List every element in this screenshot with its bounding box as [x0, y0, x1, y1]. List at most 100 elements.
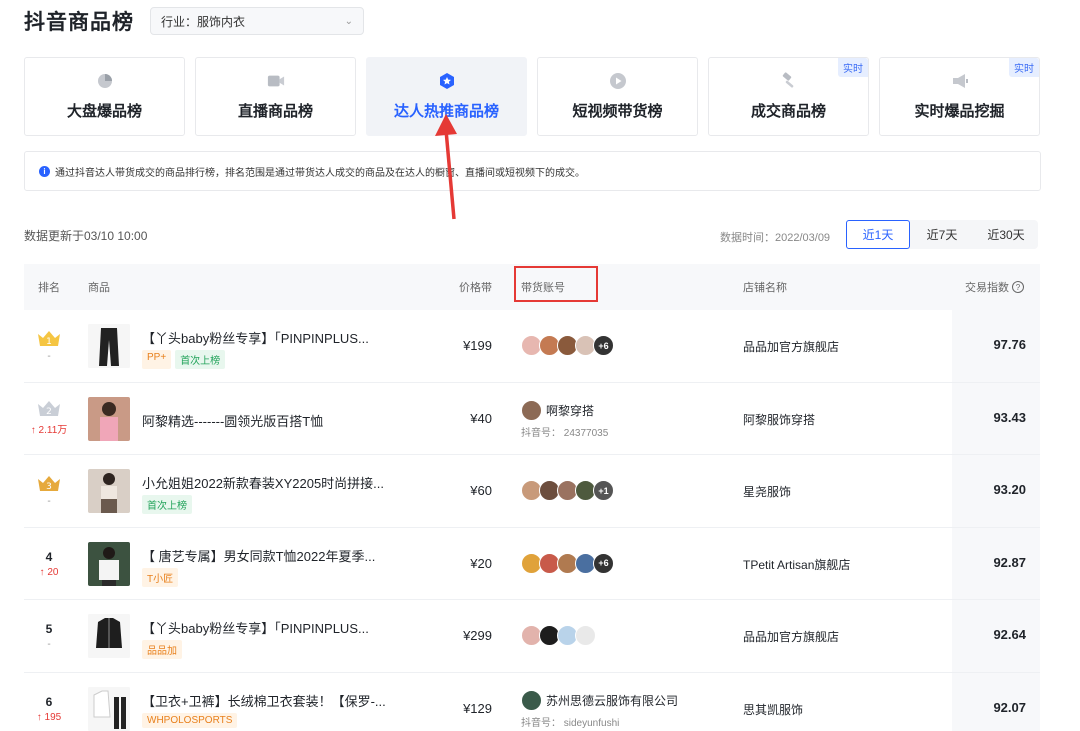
price: ¥199: [463, 338, 492, 353]
rank-cell: 4 ↑ 20: [39, 549, 59, 578]
pie-chart-icon: [96, 72, 114, 90]
trade-index: 97.76: [993, 337, 1026, 352]
product-tag: WHPOLOSPORTS: [142, 712, 238, 728]
update-time: 数据更新于03/10 10:00: [24, 229, 148, 243]
range-1-day[interactable]: 近1天: [846, 220, 910, 249]
industry-select[interactable]: 行业：服饰内衣 ⌄: [150, 7, 364, 35]
data-time: 数据时间：2022/03/09: [720, 232, 831, 244]
trade-index: 92.07: [993, 699, 1026, 715]
shop-name[interactable]: 品品加官方旗舰店: [743, 628, 839, 645]
rank-cell: 5 -: [45, 622, 53, 651]
video-camera-icon: [267, 72, 285, 90]
product-name[interactable]: 【丫头baby粉丝专享】「PINPINPLUS...: [142, 618, 369, 637]
avatar[interactable]: [521, 689, 542, 711]
table-row[interactable]: 2 ↑ 2.11万 阿黎精选-------圆领光版百搭T恤 ¥40 啊黎穿搭 抖…: [24, 382, 1040, 456]
first-listed-tag: 首次上榜: [142, 495, 192, 515]
annotation-arrow: [435, 114, 457, 220]
account-id: 抖音号： sideyunfushi: [521, 717, 620, 729]
annotation-highlight-box: [514, 266, 598, 302]
rank-number: 4: [45, 549, 53, 564]
gavel-icon: [780, 72, 798, 90]
ranking-tabs: 大盘爆品榜 直播商品榜 达人热推商品榜 短视频带货榜 实时 成交商品榜 实时 实…: [24, 57, 1040, 136]
silver-crown-icon: 2: [36, 400, 62, 418]
tab-short-video[interactable]: 短视频带货榜: [537, 57, 698, 136]
range-7-days[interactable]: 近7天: [910, 220, 974, 249]
shop-name[interactable]: 思其凯服饰: [743, 701, 803, 718]
trade-index: 93.43: [993, 409, 1026, 425]
account-info[interactable]: 啊黎穿搭 抖音号： 24377035: [521, 399, 609, 439]
realtime-tag: 实时: [838, 58, 868, 77]
account-id: 抖音号： 24377035: [521, 427, 609, 439]
notice-text: 通过抖音达人带货成交的商品排行榜，排名范围是通过带货达人成交的商品及在达人的橱窗…: [55, 167, 585, 179]
header-shop: 店铺名称: [743, 282, 787, 294]
account-avatars[interactable]: [521, 625, 596, 647]
account-avatars[interactable]: +6: [521, 552, 614, 574]
time-range-switch: 近1天 近7天 近30天: [846, 220, 1038, 249]
more-accounts-badge[interactable]: +6: [593, 552, 614, 574]
account-name[interactable]: 啊黎穿搭: [546, 402, 594, 419]
product-ranking-table: 排名 商品 价格带 带货账号 店铺名称 交易指数 ? 1 - 【丫头baby粉丝…: [24, 264, 1040, 731]
product-thumbnail[interactable]: [88, 324, 130, 368]
tab-deals[interactable]: 实时 成交商品榜: [708, 57, 869, 136]
shop-name[interactable]: 阿黎服饰穿搭: [743, 411, 815, 428]
price: ¥40: [470, 410, 492, 426]
product-name[interactable]: 小允姐姐2022新款春装XY2205时尚拼接...: [142, 473, 384, 492]
product-name[interactable]: 【 唐艺专属】男女同款T恤2022年夏季...: [142, 546, 375, 565]
product-name[interactable]: 【卫衣+卫裤】长绒棉卫衣套装！【保罗-...: [142, 691, 386, 710]
account-name[interactable]: 苏州思德云服饰有限公司: [546, 692, 678, 709]
account-info[interactable]: 苏州思德云服饰有限公司 抖音号： sideyunfushi: [521, 689, 678, 729]
table-row[interactable]: 1 - 【丫头baby粉丝专享】「PINPINPLUS... PP+ 首次上榜 …: [24, 310, 1040, 383]
table-row[interactable]: 5 - 【丫头baby粉丝专享】「PINPINPLUS... 品品加 ¥299 …: [24, 600, 1040, 673]
rank-cell: 1 -: [34, 310, 64, 382]
chevron-down-icon: ⌄: [344, 15, 353, 27]
account-avatars[interactable]: +6: [521, 335, 614, 356]
tab-market-hot[interactable]: 大盘爆品榜: [24, 57, 185, 136]
bronze-crown-icon: 3: [36, 475, 62, 493]
info-icon: i: [39, 165, 50, 177]
price: ¥299: [463, 628, 492, 644]
gold-crown-icon: 1: [36, 330, 62, 348]
product-name[interactable]: 阿黎精选-------圆领光版百搭T恤: [142, 411, 323, 430]
avatar[interactable]: [521, 399, 542, 421]
trade-index: 92.87: [993, 554, 1026, 570]
price: ¥20: [470, 555, 492, 571]
rank-number: 5: [45, 622, 53, 637]
megaphone-icon: [951, 72, 969, 90]
rank-cell: 3 -: [34, 455, 64, 527]
shop-name[interactable]: 品品加官方旗舰店: [743, 338, 839, 355]
header-rank: 排名: [38, 282, 60, 294]
tab-live-products[interactable]: 直播商品榜: [195, 57, 356, 136]
svg-text:3: 3: [46, 482, 52, 492]
rank-cell: 6 ↑ 195: [36, 694, 62, 723]
table-row[interactable]: 4 ↑ 20 【 唐艺专属】男女同款T恤2022年夏季... T小匠 ¥20 +…: [24, 527, 1040, 601]
star-badge-icon: [438, 72, 456, 90]
shop-name[interactable]: TPetit Artisan旗舰店: [743, 556, 850, 573]
product-thumbnail[interactable]: [88, 614, 130, 659]
notice-bar: i 通过抖音达人带货成交的商品排行榜，排名范围是通过带货达人成交的商品及在达人的…: [24, 151, 1041, 191]
product-thumbnail[interactable]: [88, 396, 130, 441]
industry-select-value: 行业：服饰内衣: [161, 14, 246, 29]
more-accounts-badge[interactable]: +6: [593, 335, 614, 356]
table-row[interactable]: 6 ↑ 195 【卫衣+卫裤】长绒棉卫衣套装！【保罗-... WHPOLOSPO…: [24, 672, 1040, 731]
page-header: 抖音商品榜 行业：服饰内衣 ⌄: [24, 6, 364, 36]
header-price: 价格带: [459, 282, 492, 294]
tab-realtime-mining[interactable]: 实时 实时爆品挖掘: [879, 57, 1040, 136]
account-avatars[interactable]: +1: [521, 480, 614, 502]
price: ¥129: [463, 700, 492, 716]
help-icon[interactable]: ?: [1012, 281, 1024, 293]
product-thumbnail[interactable]: [88, 541, 130, 586]
trade-index: 93.20: [993, 482, 1026, 498]
svg-text:2: 2: [46, 407, 52, 417]
range-30-days[interactable]: 近30天: [974, 220, 1038, 249]
rank-number: 6: [45, 694, 53, 709]
product-thumbnail[interactable]: [88, 686, 130, 731]
table-row[interactable]: 3 - 小允姐姐2022新款春装XY2205时尚拼接... 首次上榜 ¥60 +…: [24, 455, 1040, 528]
avatar[interactable]: [575, 625, 596, 647]
product-name[interactable]: 【丫头baby粉丝专享】「PINPINPLUS...: [142, 328, 369, 347]
product-thumbnail[interactable]: [88, 469, 130, 514]
play-circle-icon: [609, 72, 627, 90]
page-title: 抖音商品榜: [24, 11, 134, 34]
header-index[interactable]: 交易指数 ?: [965, 279, 1024, 295]
more-accounts-badge[interactable]: +1: [593, 480, 614, 502]
shop-name[interactable]: 星尧服饰: [743, 483, 791, 500]
